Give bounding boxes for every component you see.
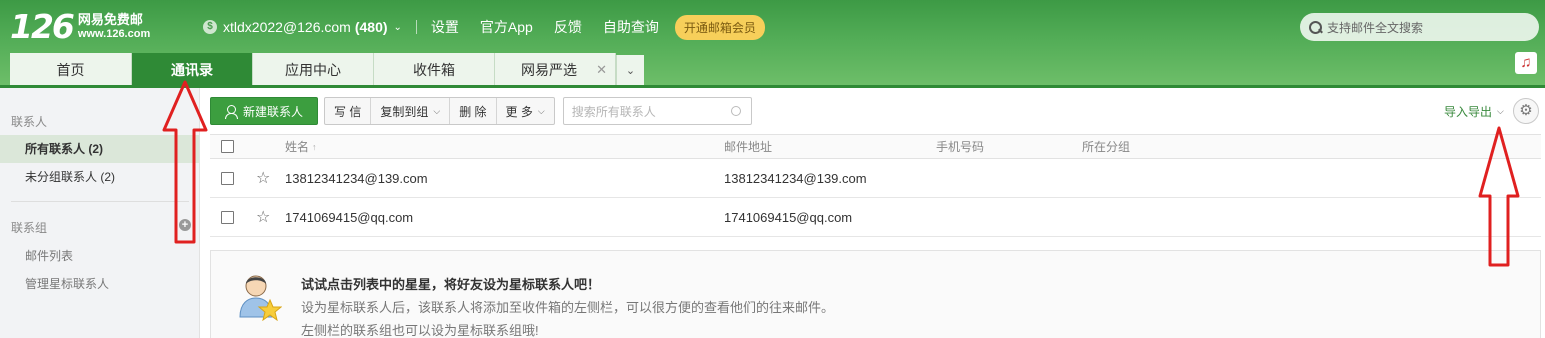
- settings-link[interactable]: 设置: [431, 17, 459, 37]
- row-checkbox[interactable]: [221, 171, 234, 185]
- tip-heading: 试试点击列表中的星星，将好友设为星标联系人吧！: [301, 277, 601, 292]
- delete-button[interactable]: 删 除: [450, 98, 497, 124]
- official-app-link[interactable]: 官方App: [480, 17, 533, 37]
- search-icon: [1308, 20, 1323, 35]
- top-navigation: $ xtldx2022@126.com (480) ⌄ 设置 官方App 反馈 …: [203, 14, 765, 40]
- contact-name[interactable]: 1741069415@qq.com: [285, 198, 413, 236]
- tab-label: 应用中心: [285, 61, 341, 78]
- logo-number: 126: [10, 7, 75, 46]
- column-phone: 手机号码: [936, 140, 985, 154]
- table-row[interactable]: ☆ 13812341234@139.com 13812341234@139.co…: [210, 159, 1541, 198]
- tab-label: 通讯录: [171, 61, 213, 78]
- sidebar-item-manage-starred[interactable]: 管理星标联系人: [25, 275, 109, 292]
- tab-label: 收件箱: [413, 61, 455, 78]
- logo[interactable]: 126 网易免费邮 www.126.com: [10, 10, 150, 44]
- tip-line-1: 设为星标联系人后，该联系人将添加至收件箱的左侧栏，可以很方便的查看他们的往来邮件…: [301, 300, 835, 315]
- more-button[interactable]: 更 多 ⌵: [497, 98, 554, 124]
- tab-inbox[interactable]: 收件箱: [374, 53, 495, 86]
- checkbox[interactable]: [221, 140, 234, 153]
- music-icon[interactable]: ♫: [1515, 52, 1537, 74]
- chevron-down-icon[interactable]: ⌄: [616, 55, 644, 86]
- column-group: 所在分组: [1082, 140, 1131, 154]
- sort-arrow-icon: ↑: [312, 141, 317, 152]
- gear-icon[interactable]: ⚙: [1513, 98, 1539, 124]
- mail-search-input[interactable]: 支持邮件全文搜索: [1300, 13, 1539, 41]
- import-export-label: 导入导出: [1444, 105, 1493, 119]
- account-email[interactable]: xtldx2022@126.com: [223, 19, 351, 35]
- column-name[interactable]: 姓名 ↑: [285, 135, 317, 158]
- contacts-table-header: 姓名 ↑ 邮件地址 手机号码 所在分组: [210, 134, 1541, 159]
- star-icon[interactable]: ☆: [256, 207, 270, 227]
- contact-star-avatar-icon: [239, 275, 282, 321]
- row-checkbox[interactable]: [221, 210, 234, 224]
- table-row[interactable]: ☆ 1741069415@qq.com 1741069415@qq.com: [210, 198, 1541, 237]
- write-label: 写 信: [334, 104, 362, 119]
- star-tip-panel: 试试点击列表中的星星，将好友设为星标联系人吧！ 设为星标联系人后，该联系人将添加…: [210, 250, 1541, 338]
- action-button-group: 写 信 复制到组 ⌵ 删 除 更 多 ⌵: [324, 97, 555, 125]
- tab-yanxuan[interactable]: 网易严选 ✕: [495, 53, 616, 86]
- column-name-label: 姓名: [285, 140, 310, 154]
- person-add-icon: [224, 104, 238, 119]
- open-vip-button[interactable]: 开通邮箱会员: [674, 14, 765, 40]
- main-tabs: 首页 通讯录 应用中心 收件箱 网易严选 ✕ ⌄: [10, 53, 644, 86]
- select-all-checkbox[interactable]: [221, 135, 234, 158]
- column-email: 邮件地址: [724, 140, 773, 154]
- logo-name: 网易免费邮: [77, 12, 143, 27]
- copy-to-group-button[interactable]: 复制到组 ⌵: [371, 98, 451, 124]
- sidebar-item-mail-list[interactable]: 邮件列表: [25, 247, 73, 264]
- tab-home[interactable]: 首页: [10, 53, 132, 86]
- annotation-arrow-up-icon: [1478, 126, 1520, 267]
- tab-app-center[interactable]: 应用中心: [253, 53, 374, 86]
- contacts-toolbar: 新建联系人 写 信 复制到组 ⌵ 删 除 更 多 ⌵ 搜索所有联系人: [210, 97, 752, 125]
- tab-label: 网易严选: [521, 61, 577, 78]
- write-mail-button[interactable]: 写 信: [325, 98, 372, 124]
- nav-divider: [415, 20, 417, 34]
- contact-email[interactable]: 13812341234@139.com: [724, 159, 867, 197]
- import-export-menu[interactable]: 导入导出 ⌵: [1444, 103, 1504, 120]
- tab-label: 首页: [56, 61, 85, 78]
- contact-email[interactable]: 1741069415@qq.com: [724, 198, 852, 236]
- more-label: 更 多: [505, 104, 533, 119]
- new-contact-label: 新建联系人: [242, 104, 303, 119]
- close-icon[interactable]: ✕: [596, 62, 607, 78]
- mail-search-placeholder: 支持邮件全文搜索: [1327, 20, 1424, 35]
- search-icon[interactable]: [730, 106, 741, 116]
- coin-icon: $: [203, 20, 217, 34]
- contacts-section-title: 联系人: [11, 115, 48, 129]
- contact-search-placeholder: 搜索所有联系人: [571, 104, 656, 119]
- star-icon[interactable]: ☆: [256, 168, 270, 188]
- feedback-link[interactable]: 反馈: [554, 17, 582, 37]
- contact-name[interactable]: 13812341234@139.com: [285, 159, 428, 197]
- chevron-down-icon: ⌵: [433, 105, 441, 116]
- chevron-down-icon: ⌵: [1497, 106, 1504, 116]
- copy-label: 复制到组: [380, 104, 429, 119]
- contact-search-input[interactable]: 搜索所有联系人: [562, 97, 752, 125]
- unread-count: (480): [354, 19, 388, 35]
- tip-line-2: 左侧栏的联系组也可以设为星标联系组哦!: [301, 323, 539, 338]
- self-service-link[interactable]: 自助查询: [603, 17, 659, 37]
- annotation-arrow-up-icon: [162, 80, 208, 244]
- delete-label: 删 除: [459, 104, 487, 119]
- groups-section-title: 联系组: [11, 221, 48, 235]
- top-header: 126 网易免费邮 www.126.com $ xtldx2022@126.co…: [0, 0, 1545, 88]
- logo-url: www.126.com: [77, 28, 151, 40]
- new-contact-button[interactable]: 新建联系人: [210, 97, 318, 125]
- chevron-down-icon: ⌵: [537, 105, 545, 116]
- chevron-down-icon[interactable]: ⌄: [394, 22, 402, 33]
